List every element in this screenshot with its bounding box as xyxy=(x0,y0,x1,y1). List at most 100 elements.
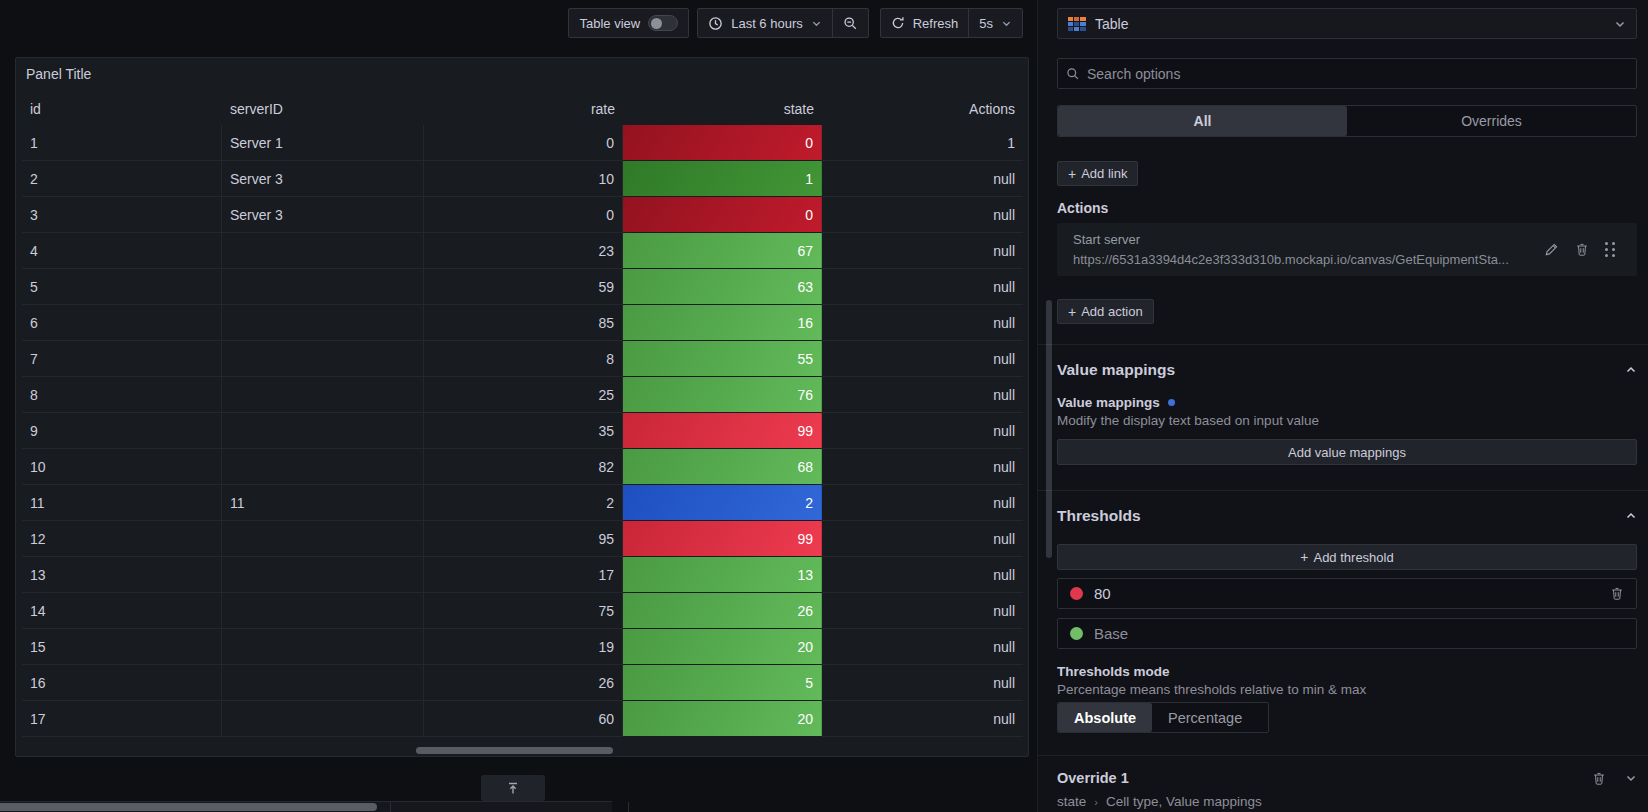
cell-state: 16 xyxy=(623,305,822,341)
cell-state: 5 xyxy=(623,665,822,701)
cell-state: 2 xyxy=(623,485,822,521)
table-row: 131713null xyxy=(22,557,1023,593)
cell-serverID: Server 3 xyxy=(222,197,424,233)
threshold-color-swatch[interactable] xyxy=(1070,587,1083,600)
add-value-mappings-label: Add value mappings xyxy=(1288,445,1406,460)
column-header-id[interactable]: id xyxy=(22,94,222,125)
panel-title[interactable]: Panel Title xyxy=(16,58,1028,92)
thresholds-mode-radio: Absolute Percentage xyxy=(1057,702,1269,733)
delete-icon[interactable] xyxy=(1575,242,1589,257)
cell-id: 3 xyxy=(22,197,222,233)
cell-id: 6 xyxy=(22,305,222,341)
column-header-Actions[interactable]: Actions xyxy=(822,94,1023,125)
value-mappings-section-header[interactable]: Value mappings xyxy=(1057,358,1637,382)
time-controls-group: Last 6 hours xyxy=(697,8,869,38)
tab-all[interactable]: All xyxy=(1058,106,1347,136)
override-header[interactable]: Override 1 xyxy=(1057,766,1637,790)
cell-rate: 23 xyxy=(424,233,623,269)
override-title: Override 1 xyxy=(1057,770,1129,786)
cell-serverID: 11 xyxy=(222,485,424,521)
visualization-picker[interactable]: Table xyxy=(1057,8,1637,39)
cell-id: 10 xyxy=(22,449,222,485)
refresh-button[interactable]: Refresh xyxy=(881,9,969,37)
options-tabs: All Overrides xyxy=(1057,105,1637,137)
cell-state: 13 xyxy=(623,557,822,593)
table-view-toggle[interactable]: Table view xyxy=(569,9,688,37)
plus-icon: + xyxy=(1068,166,1076,182)
thresholds-section-header[interactable]: Thresholds xyxy=(1057,504,1637,528)
table-view-label: Table view xyxy=(579,16,640,31)
cell-Actions: null xyxy=(822,305,1023,341)
mode-percentage[interactable]: Percentage xyxy=(1152,703,1258,732)
table-row: 151920null xyxy=(22,629,1023,665)
table-row: 93599null xyxy=(22,413,1023,449)
section-divider xyxy=(1038,755,1648,756)
cell-state: 20 xyxy=(623,629,822,665)
override-target: state xyxy=(1057,794,1086,809)
cell-id: 5 xyxy=(22,269,222,305)
table-header-row: idserverIDratestateActions xyxy=(22,94,1023,125)
threshold-value[interactable]: 80 xyxy=(1094,585,1111,602)
section-divider xyxy=(1038,344,1648,345)
cell-serverID xyxy=(222,521,424,557)
cell-rate: 85 xyxy=(424,305,623,341)
cell-Actions: null xyxy=(822,377,1023,413)
cell-Actions: null xyxy=(822,269,1023,305)
cell-id: 15 xyxy=(22,629,222,665)
cell-serverID: Server 3 xyxy=(222,161,424,197)
cell-rate: 10 xyxy=(424,161,623,197)
column-header-serverID[interactable]: serverID xyxy=(222,94,424,125)
threshold-row[interactable]: 80 xyxy=(1057,578,1637,609)
cell-Actions: null xyxy=(822,485,1023,521)
refresh-interval-dropdown[interactable]: 5s xyxy=(968,9,1022,37)
table-view-switch[interactable] xyxy=(648,15,678,31)
cell-serverID xyxy=(222,233,424,269)
add-value-mappings-button[interactable]: Add value mappings xyxy=(1057,439,1637,465)
add-link-button[interactable]: + Add link xyxy=(1057,161,1138,186)
edit-icon[interactable] xyxy=(1544,242,1559,257)
base-color-swatch[interactable] xyxy=(1070,627,1083,640)
cell-rate: 35 xyxy=(424,413,623,449)
column-header-state[interactable]: state xyxy=(623,94,822,125)
zoom-out-button[interactable] xyxy=(832,9,868,37)
table-row: 108268null xyxy=(22,449,1023,485)
cell-Actions: null xyxy=(822,341,1023,377)
cell-rate: 17 xyxy=(424,557,623,593)
cell-serverID xyxy=(222,557,424,593)
thresholds-mode-label: Thresholds mode xyxy=(1057,664,1637,679)
column-header-rate[interactable]: rate xyxy=(424,94,623,125)
actions-label: Actions xyxy=(1057,200,1637,216)
search-options-input[interactable]: Search options xyxy=(1057,58,1637,89)
time-range-picker[interactable]: Last 6 hours xyxy=(698,9,832,37)
action-url: https://6531a3394d4c2e3f333d310b.mockapi… xyxy=(1073,252,1544,267)
plus-icon: + xyxy=(1300,549,1308,565)
tab-overrides[interactable]: Overrides xyxy=(1347,106,1636,136)
chevron-up-icon xyxy=(1625,510,1637,522)
sidebar-scrollbar[interactable] xyxy=(1046,300,1052,558)
mode-absolute[interactable]: Absolute xyxy=(1058,703,1152,732)
cell-id: 9 xyxy=(22,413,222,449)
cell-serverID xyxy=(222,413,424,449)
add-threshold-label: Add threshold xyxy=(1313,550,1393,565)
delete-override-icon[interactable] xyxy=(1592,771,1606,786)
cell-Actions: null xyxy=(822,593,1023,629)
chevron-down-icon[interactable] xyxy=(1625,772,1637,784)
drag-handle-icon[interactable] xyxy=(1605,242,1615,257)
add-action-button[interactable]: + Add action xyxy=(1057,299,1154,324)
cell-id: 13 xyxy=(22,557,222,593)
table-horizontal-scrollbar[interactable] xyxy=(416,747,613,754)
table-row: 111122null xyxy=(22,485,1023,521)
table-row: 55963null xyxy=(22,269,1023,305)
cell-serverID xyxy=(222,449,424,485)
cell-Actions: null xyxy=(822,665,1023,701)
cell-rate: 82 xyxy=(424,449,623,485)
add-action-label: Add action xyxy=(1081,304,1142,319)
page-horizontal-scrollbar[interactable] xyxy=(0,803,377,811)
base-label: Base xyxy=(1094,625,1128,642)
cell-state: 26 xyxy=(623,593,822,629)
table-visualization-icon xyxy=(1068,17,1086,31)
collapse-data-pane-button[interactable] xyxy=(481,775,545,801)
delete-threshold-icon[interactable] xyxy=(1610,586,1624,601)
add-threshold-button[interactable]: + Add threshold xyxy=(1057,544,1637,570)
threshold-base-row[interactable]: Base xyxy=(1057,618,1637,649)
